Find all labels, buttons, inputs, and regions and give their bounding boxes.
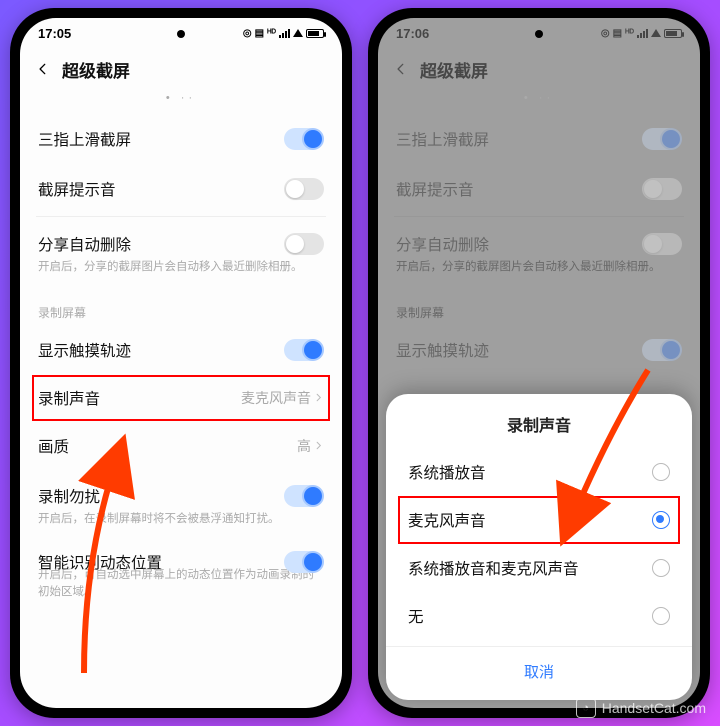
- status-time: 17:05: [38, 26, 71, 41]
- battery-icon: [664, 29, 682, 38]
- chevron-right-icon: [313, 438, 324, 454]
- signal-icon: [279, 29, 290, 38]
- settings-content[interactable]: 三指上滑截屏 截屏提示音 分享自动删除 开启后，分享的截屏图片会自动移入最近删除…: [20, 114, 342, 708]
- screen-right: 17:06 ◎ ▤ ᴴᴰ 超级截屏 • ·· 三指上滑截屏: [378, 18, 700, 708]
- row-label: 三指上滑截屏: [38, 128, 131, 150]
- vibrate-icon: ▤: [255, 28, 264, 39]
- row-value: 高: [297, 436, 324, 456]
- toggle-on: [642, 339, 682, 361]
- row-show-touch: 显示触摸轨迹: [394, 325, 684, 375]
- row-three-finger[interactable]: 三指上滑截屏: [36, 114, 326, 164]
- nfc-icon: ◎: [601, 28, 610, 39]
- signal-icon: [637, 29, 648, 38]
- toggle-on[interactable]: [284, 128, 324, 150]
- wifi-icon: [651, 29, 661, 37]
- row-label: 分享自动删除: [396, 233, 489, 255]
- dialog-title: 录制声音: [404, 412, 674, 448]
- row-value: 麦克风声音: [241, 388, 324, 408]
- row-three-finger: 三指上滑截屏: [394, 114, 684, 164]
- hd-icon: ᴴᴰ: [625, 28, 634, 39]
- page-header: 超级截屏: [20, 48, 342, 90]
- toggle-off[interactable]: [284, 233, 324, 255]
- watermark-icon: ◔: [576, 698, 596, 718]
- option-label: 系统播放音和麦克风声音: [408, 557, 579, 579]
- row-label: 分享自动删除: [38, 233, 131, 255]
- dialog-option-both[interactable]: 系统播放音和麦克风声音: [404, 544, 674, 592]
- toggle-off: [642, 178, 682, 200]
- row-subtext: 开启后，在录制屏幕时将不会被悬浮通知打扰。: [36, 511, 326, 528]
- dialog-option-mic[interactable]: 麦克风声音: [398, 496, 680, 544]
- page-header: 超级截屏: [378, 48, 700, 90]
- row-show-touch[interactable]: 显示触摸轨迹: [36, 325, 326, 375]
- row-subtext: 开启后，分享的截屏图片会自动移入最近删除相册。: [394, 259, 684, 276]
- status-icons: ◎ ▤ ᴴᴰ: [601, 28, 682, 39]
- row-quality[interactable]: 画质 高: [36, 421, 326, 471]
- vibrate-icon: ▤: [613, 28, 622, 39]
- back-icon[interactable]: [392, 60, 410, 78]
- watermark: ◔ HandsetCat.com: [576, 698, 706, 718]
- camera-dot: [177, 30, 185, 38]
- status-time: 17:06: [396, 26, 429, 41]
- dialog-cancel-button[interactable]: 取消: [404, 647, 674, 692]
- status-icons: ◎ ▤ ᴴᴰ: [243, 28, 324, 39]
- option-label: 麦克风声音: [408, 509, 486, 531]
- section-title: 录制屏幕: [394, 286, 684, 325]
- page-indicator: • ··: [378, 90, 700, 114]
- status-bar: 17:06 ◎ ▤ ᴴᴰ: [378, 18, 700, 48]
- row-label: 显示触摸轨迹: [38, 339, 131, 361]
- nfc-icon: ◎: [243, 28, 252, 39]
- row-subtext: 开启后，分享的截屏图片会自动移入最近删除相册。: [36, 259, 326, 276]
- back-icon[interactable]: [34, 60, 52, 78]
- dialog-option-none[interactable]: 无: [404, 592, 674, 640]
- row-label: 截屏提示音: [396, 178, 474, 200]
- toggle-off[interactable]: [284, 178, 324, 200]
- watermark-text: HandsetCat.com: [602, 700, 706, 716]
- toggle-on[interactable]: [284, 551, 324, 573]
- row-label: 录制声音: [38, 387, 100, 409]
- toggle-on[interactable]: [284, 485, 324, 507]
- page-indicator: • ··: [20, 90, 342, 114]
- radio-unselected[interactable]: [652, 607, 670, 625]
- section-title: 录制屏幕: [36, 286, 326, 325]
- row-subtext: 开启后，可自动选中屏幕上的动态位置作为动画录制的初始区域。: [36, 567, 326, 600]
- record-sound-dialog: 录制声音 系统播放音 麦克风声音 系统播放音和麦克风声音 无: [386, 394, 692, 700]
- radio-unselected[interactable]: [652, 463, 670, 481]
- row-label: 画质: [38, 435, 69, 457]
- screen-left: 17:05 ◎ ▤ ᴴᴰ 超级截屏 • ·· 三指上滑截屏: [20, 18, 342, 708]
- toggle-off: [642, 233, 682, 255]
- row-label: 截屏提示音: [38, 178, 116, 200]
- row-label: 三指上滑截屏: [396, 128, 489, 150]
- toggle-on: [642, 128, 682, 150]
- battery-icon: [306, 29, 324, 38]
- row-sound-tip: 截屏提示音: [394, 164, 684, 214]
- page-title: 超级截屏: [420, 57, 488, 82]
- row-label: 录制勿扰: [38, 485, 100, 507]
- divider: [36, 216, 326, 217]
- page-title: 超级截屏: [62, 57, 130, 82]
- row-label: 显示触摸轨迹: [396, 339, 489, 361]
- row-sound-tip[interactable]: 截屏提示音: [36, 164, 326, 214]
- toggle-on[interactable]: [284, 339, 324, 361]
- radio-unselected[interactable]: [652, 559, 670, 577]
- phone-right: 17:06 ◎ ▤ ᴴᴰ 超级截屏 • ·· 三指上滑截屏: [368, 8, 710, 718]
- radio-selected[interactable]: [652, 511, 670, 529]
- row-record-sound[interactable]: 录制声音 麦克风声音: [32, 375, 330, 421]
- wifi-icon: [293, 29, 303, 37]
- phone-left: 17:05 ◎ ▤ ᴴᴰ 超级截屏 • ·· 三指上滑截屏: [10, 8, 352, 718]
- option-label: 系统播放音: [408, 461, 486, 483]
- dialog-option-system[interactable]: 系统播放音: [404, 448, 674, 496]
- chevron-right-icon: [313, 390, 324, 406]
- hd-icon: ᴴᴰ: [267, 28, 276, 39]
- option-label: 无: [408, 605, 424, 627]
- divider: [394, 216, 684, 217]
